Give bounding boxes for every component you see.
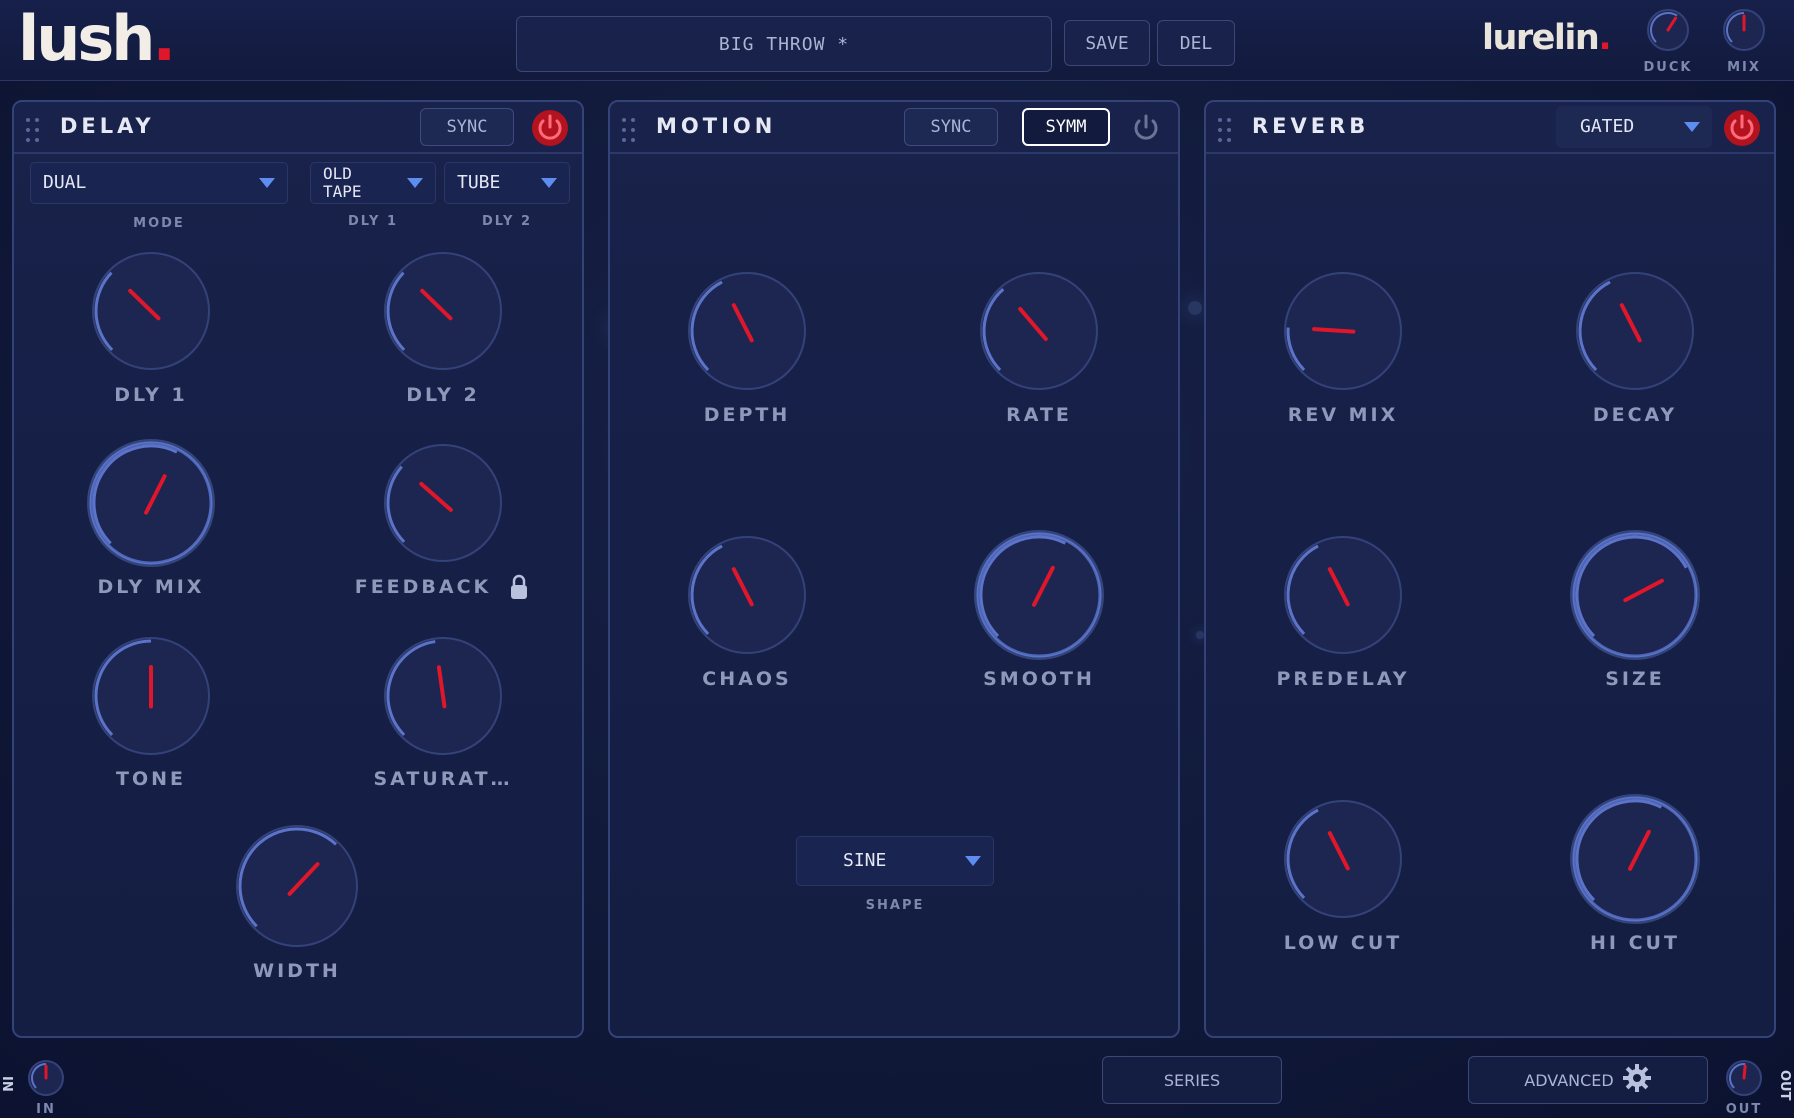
output-gain-knob[interactable]	[1719, 1053, 1769, 1103]
mode-label: MODE	[133, 216, 185, 231]
duck-knob-label: DUCK	[1643, 60, 1693, 75]
rev-mix-knob[interactable]	[1277, 265, 1409, 397]
advanced-label: ADVANCED	[1524, 1070, 1614, 1090]
dly1-type-line1: OLD	[323, 164, 352, 183]
reverb-title: REVERB	[1252, 114, 1370, 138]
rate-knob-label: RATE	[1006, 404, 1072, 426]
reverb-header: REVERB GATED	[1206, 102, 1774, 154]
dly-mix-knob[interactable]	[83, 435, 219, 571]
motion-title: MOTION	[656, 114, 777, 138]
tone-knob[interactable]	[85, 630, 217, 762]
series-button[interactable]: SERIES	[1102, 1056, 1282, 1104]
series-label: SERIES	[1163, 1070, 1221, 1090]
predelay-knob-label: PREDELAY	[1276, 668, 1410, 690]
tone-knob-label: TONE	[116, 768, 186, 790]
input-gain-knob[interactable]	[21, 1053, 71, 1103]
dly2-knob-label: DLY 2	[406, 384, 480, 406]
reverb-type-dropdown[interactable]: GATED	[1556, 106, 1712, 148]
feedback-knob[interactable]	[377, 437, 509, 569]
motion-symm-button[interactable]: SYMM	[1022, 108, 1110, 146]
output-side-label: OUT	[1777, 1070, 1792, 1101]
motion-shape-dropdown[interactable]: SINE	[796, 836, 994, 886]
mix-knob-label: MIX	[1727, 60, 1761, 75]
dly1-type-label: DLY 1	[347, 214, 399, 229]
shape-label: SHAPE	[865, 898, 925, 913]
hi-cut-knob-label: HI CUT	[1590, 932, 1680, 954]
feedback-knob-label: FEEDBACK	[354, 576, 492, 598]
smooth-knob[interactable]	[970, 526, 1108, 664]
drag-handle-icon[interactable]	[26, 118, 42, 144]
rev-mix-knob-label: REV MIX	[1287, 404, 1399, 426]
dly2-type-dropdown[interactable]: TUBE	[444, 162, 570, 204]
delay-mode-dropdown[interactable]: DUAL	[30, 162, 288, 204]
delay-sync-button[interactable]: SYNC	[420, 108, 514, 146]
save-button[interactable]: SAVE	[1064, 20, 1150, 66]
sparkle	[1196, 631, 1204, 639]
depth-knob-label: DEPTH	[703, 404, 791, 426]
duck-knob[interactable]	[1640, 2, 1696, 58]
output-gain-knob-label: OUT	[1725, 1102, 1763, 1117]
dly2-type-value: TUBE	[457, 172, 501, 193]
shape-value: SINE	[843, 850, 887, 871]
knob-pointer	[1312, 327, 1356, 334]
width-knob[interactable]	[229, 818, 365, 954]
smooth-knob-label: SMOOTH	[983, 668, 1095, 690]
chevron-down-icon	[407, 178, 423, 188]
mix-knob[interactable]	[1716, 2, 1772, 58]
delay-title: DELAY	[60, 114, 155, 138]
delay-power-icon[interactable]	[530, 108, 570, 148]
lock-icon[interactable]	[509, 574, 529, 604]
lush-logo: lush.	[18, 2, 176, 75]
drag-handle-icon[interactable]	[622, 118, 638, 144]
delete-button[interactable]: DEL	[1157, 20, 1235, 66]
motion-sync-button[interactable]: SYNC	[904, 108, 998, 146]
delay-mode-value: DUAL	[43, 172, 87, 193]
preset-name-display[interactable]: BIG THROW *	[516, 16, 1052, 72]
low-cut-knob-label: LOW CUT	[1283, 932, 1403, 954]
size-knob[interactable]	[1566, 526, 1704, 664]
dly1-type-dropdown[interactable]: OLD TAPE	[310, 162, 436, 204]
chevron-down-icon	[965, 856, 981, 866]
lurelin-logo: lurelin.	[1482, 18, 1612, 58]
chaos-knob-label: CHAOS	[702, 668, 792, 690]
chaos-knob[interactable]	[681, 529, 813, 661]
dly1-type-line2: TAPE	[323, 182, 362, 201]
drag-handle-icon[interactable]	[1218, 118, 1234, 144]
rate-knob[interactable]	[973, 265, 1105, 397]
chevron-down-icon	[541, 178, 557, 188]
low-cut-knob[interactable]	[1277, 793, 1409, 925]
decay-knob[interactable]	[1569, 265, 1701, 397]
delay-header: DELAY SYNC	[14, 102, 582, 154]
knob-pointer	[1742, 1064, 1747, 1080]
dly2-type-label: DLY 2	[481, 214, 533, 229]
reverb-type-value: GATED	[1580, 116, 1635, 137]
dly1-knob[interactable]	[85, 245, 217, 377]
hi-cut-knob[interactable]	[1566, 790, 1704, 928]
top-bar: lush. BIG THROW * SAVE DEL lurelin.	[0, 0, 1794, 81]
gear-icon	[1622, 1063, 1652, 1097]
motion-header: MOTION SYNC SYMM	[610, 102, 1178, 154]
saturation-knob[interactable]	[377, 630, 509, 762]
motion-power-icon[interactable]	[1126, 108, 1166, 148]
saturation-knob-label: SATURAT…	[373, 768, 513, 790]
input-gain-knob-label: IN	[36, 1102, 56, 1117]
reverb-power-icon[interactable]	[1722, 108, 1762, 148]
size-knob-label: SIZE	[1605, 668, 1665, 690]
sparkle	[1188, 301, 1202, 315]
preset-name: BIG THROW *	[718, 33, 850, 55]
chevron-down-icon	[259, 178, 275, 188]
input-side-label: IN	[0, 1076, 14, 1092]
advanced-button[interactable]: ADVANCED	[1468, 1056, 1708, 1104]
dly2-knob[interactable]	[377, 245, 509, 377]
decay-knob-label: DECAY	[1592, 404, 1678, 426]
predelay-knob[interactable]	[1277, 529, 1409, 661]
chevron-down-icon	[1684, 122, 1700, 132]
depth-knob[interactable]	[681, 265, 813, 397]
width-knob-label: WIDTH	[253, 960, 341, 982]
dly-mix-knob-label: DLY MIX	[97, 576, 205, 598]
dly1-knob-label: DLY 1	[114, 384, 188, 406]
